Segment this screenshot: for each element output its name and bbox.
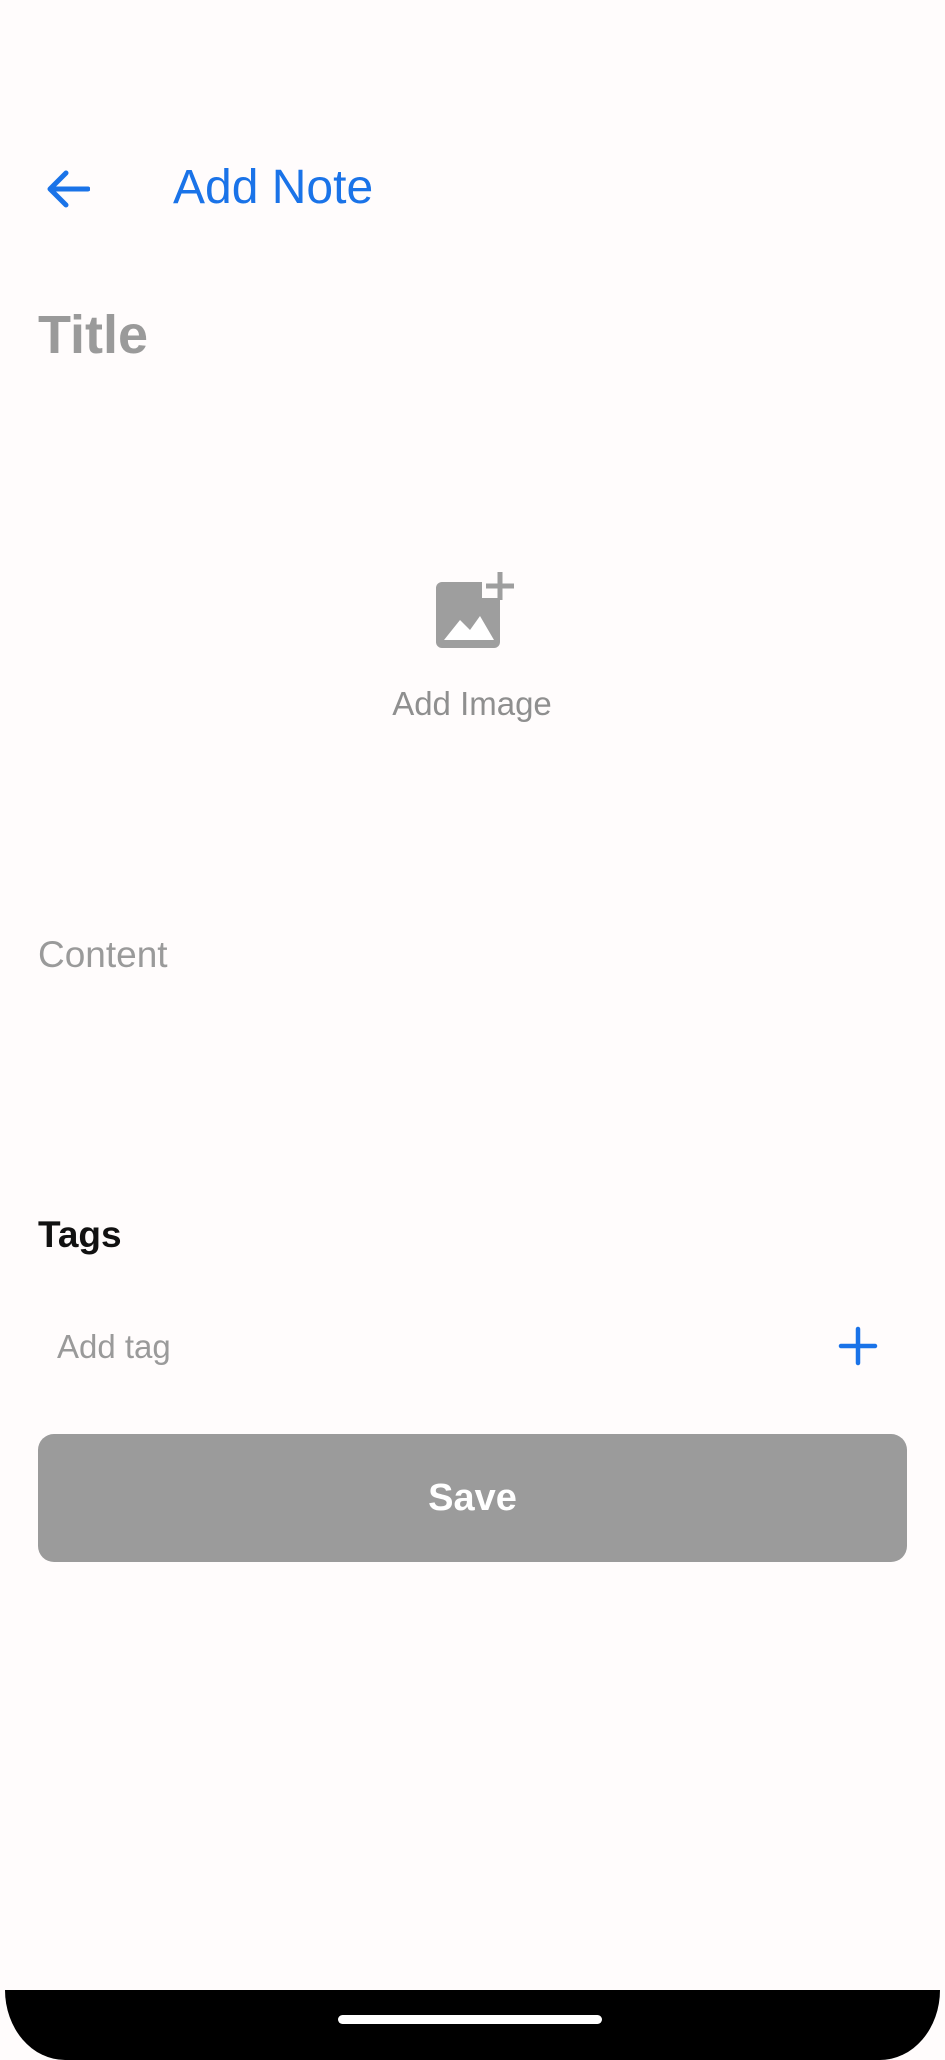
add-photo-icon bbox=[436, 570, 514, 648]
title-input[interactable] bbox=[38, 300, 898, 370]
content-input[interactable] bbox=[38, 930, 898, 1130]
add-image-button[interactable]: Add Image bbox=[372, 570, 572, 730]
back-button[interactable] bbox=[34, 155, 102, 223]
plus-icon bbox=[838, 1326, 878, 1366]
tag-input[interactable] bbox=[57, 1322, 777, 1372]
save-button[interactable]: Save bbox=[38, 1434, 907, 1562]
tags-heading: Tags bbox=[38, 1214, 122, 1255]
system-nav-bar bbox=[5, 1990, 940, 2060]
page-title: Add Note bbox=[173, 161, 374, 214]
app-bar: Add Note bbox=[0, 0, 945, 300]
home-indicator[interactable] bbox=[338, 2015, 602, 2024]
add-tag-button[interactable] bbox=[830, 1318, 886, 1374]
arrow-back-icon bbox=[47, 170, 90, 208]
add-image-label: Add Image bbox=[392, 685, 552, 722]
